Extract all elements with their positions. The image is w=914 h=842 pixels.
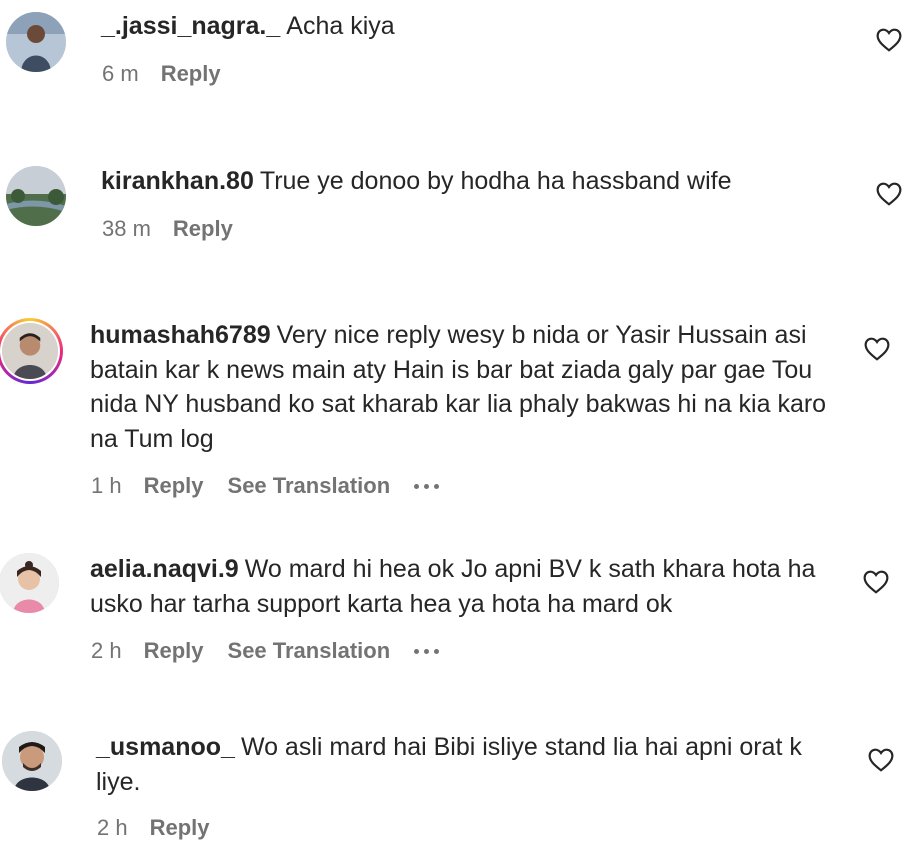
comment-username[interactable]: _usmanoo_ bbox=[96, 733, 235, 761]
avatar[interactable] bbox=[6, 166, 66, 226]
like-heart-icon[interactable] bbox=[876, 182, 902, 206]
like-heart-icon[interactable] bbox=[863, 570, 889, 594]
reply-button[interactable]: Reply bbox=[144, 473, 204, 499]
see-translation-button[interactable]: See Translation bbox=[228, 638, 391, 664]
reply-button[interactable]: Reply bbox=[161, 61, 221, 87]
comment-body: _usmanoo_ Wo asli mard hai Bibi isliye st… bbox=[96, 730, 841, 799]
profile-photo-icon bbox=[0, 553, 59, 613]
comment-body: aelia.naqvi.9 Wo mard hi hea ok Jo apni B… bbox=[90, 552, 835, 621]
story-ring[interactable] bbox=[0, 318, 63, 384]
comment-timestamp: 2 h bbox=[91, 638, 122, 663]
comment-timestamp: 1 h bbox=[91, 473, 122, 498]
comment-meta: 6 m Reply bbox=[102, 61, 245, 87]
more-options-icon[interactable] bbox=[414, 648, 440, 654]
profile-photo-with-story-ring-icon bbox=[2, 323, 58, 379]
comment-meta: 38 m Reply bbox=[102, 216, 257, 242]
reply-button[interactable]: Reply bbox=[144, 638, 204, 664]
comment-timestamp: 2 h bbox=[97, 815, 128, 840]
comment-body: humashah6789 Very nice reply wesy b nida … bbox=[90, 318, 835, 456]
comment-timestamp: 38 m bbox=[102, 216, 151, 241]
comment-username[interactable]: aelia.naqvi.9 bbox=[90, 555, 239, 583]
comment-username[interactable]: kirankhan.80 bbox=[101, 167, 254, 195]
avatar[interactable] bbox=[2, 731, 62, 791]
like-heart-icon[interactable] bbox=[868, 748, 894, 772]
comment-text: Acha kiya bbox=[286, 12, 395, 40]
comment-username[interactable]: humashah6789 bbox=[90, 321, 271, 349]
more-options-icon[interactable] bbox=[414, 483, 440, 489]
comment-text: True ye donoo by hodha ha hassband wife bbox=[259, 167, 732, 195]
avatar[interactable] bbox=[6, 12, 66, 72]
comment-timestamp: 6 m bbox=[102, 61, 139, 86]
comment-body: kirankhan.80 True ye donoo by hodha ha ha… bbox=[101, 164, 846, 199]
comment-meta: 2 h Reply bbox=[97, 815, 234, 841]
see-translation-button[interactable]: See Translation bbox=[228, 473, 391, 499]
reply-button[interactable]: Reply bbox=[173, 216, 233, 242]
comment-meta: 1 h Reply See Translation bbox=[91, 473, 440, 499]
avatar[interactable] bbox=[0, 553, 59, 613]
profile-photo-icon bbox=[6, 12, 66, 72]
like-heart-icon[interactable] bbox=[876, 28, 902, 52]
avatar bbox=[2, 323, 58, 379]
profile-photo-icon bbox=[6, 166, 66, 226]
like-heart-icon[interactable] bbox=[864, 337, 890, 361]
reply-button[interactable]: Reply bbox=[150, 815, 210, 841]
profile-photo-icon bbox=[2, 731, 62, 791]
comment-username[interactable]: _.jassi_nagra._ bbox=[101, 12, 280, 40]
comment-meta: 2 h Reply See Translation bbox=[91, 638, 440, 664]
comment-body: _.jassi_nagra._ Acha kiya bbox=[101, 9, 846, 44]
